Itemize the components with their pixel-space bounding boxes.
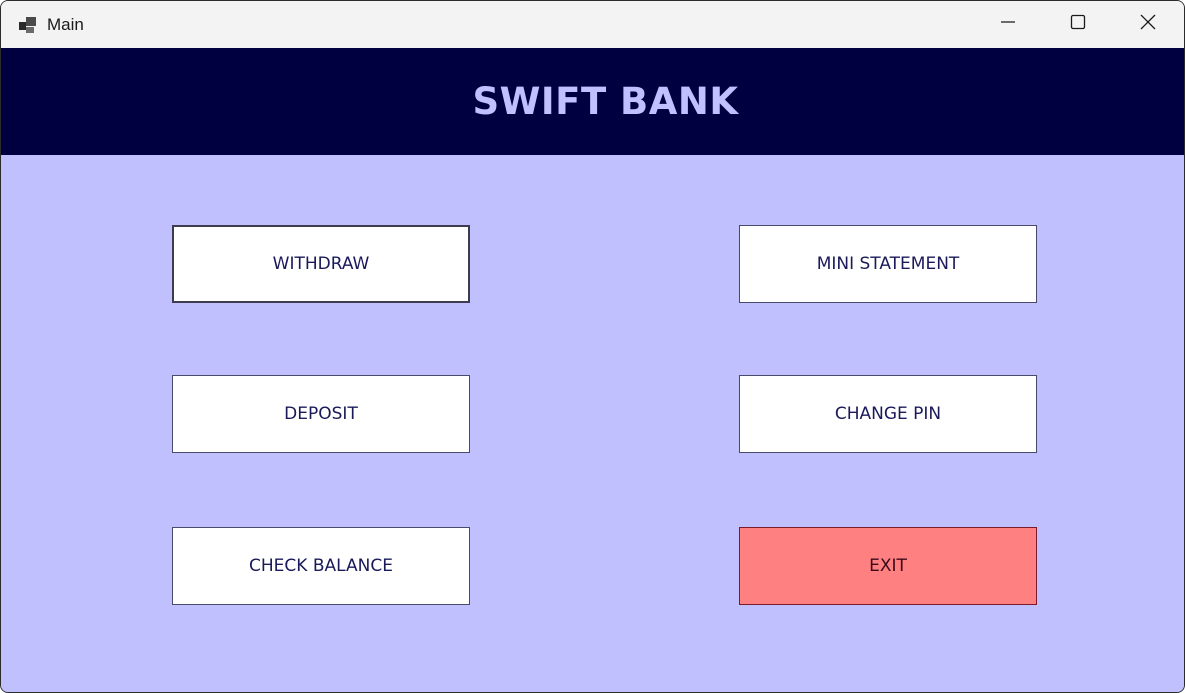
change-pin-button[interactable]: CHANGE PIN [739,375,1037,453]
exit-button[interactable]: EXIT [739,527,1037,605]
maximize-button[interactable] [1043,1,1113,48]
mini-statement-button[interactable]: MINI STATEMENT [739,225,1037,303]
withdraw-button[interactable]: WITHDRAW [172,225,470,303]
maximize-icon [1070,14,1086,35]
bank-title: SWIFT BANK [472,80,739,123]
main-window: Main SWIFT BANK WITHDRAW DEPOSIT CHECK B… [0,0,1185,693]
minimize-icon [1000,14,1016,35]
title-bar[interactable]: Main [1,1,1184,48]
bank-header: SWIFT BANK [1,48,1184,155]
minimize-button[interactable] [973,1,1043,48]
window-title: Main [47,15,84,34]
close-button[interactable] [1113,1,1183,48]
close-icon [1140,14,1156,35]
menu-panel: WITHDRAW DEPOSIT CHECK BALANCE MINI STAT… [1,155,1184,692]
app-window-icon [18,16,38,36]
check-balance-button[interactable]: CHECK BALANCE [172,527,470,605]
deposit-button[interactable]: DEPOSIT [172,375,470,453]
